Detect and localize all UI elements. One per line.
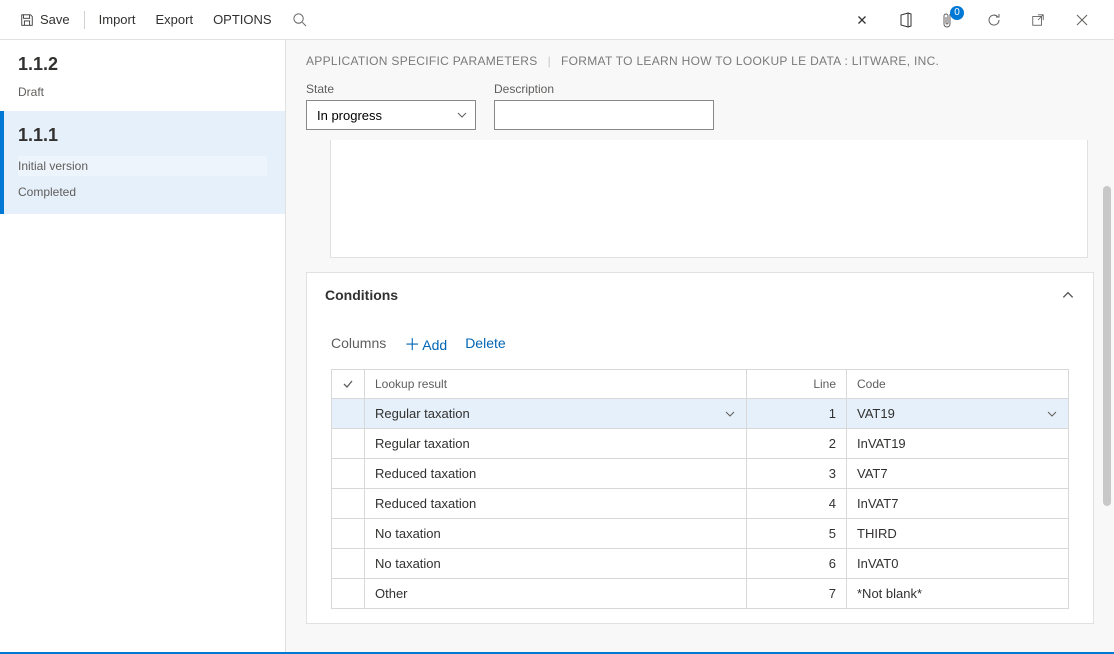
save-icon bbox=[20, 13, 34, 27]
state-field: State bbox=[306, 82, 476, 130]
table-row[interactable]: Regular taxation2InVAT19 bbox=[332, 429, 1069, 459]
version-title: 1.1.2 bbox=[18, 54, 267, 75]
search-button[interactable] bbox=[282, 0, 317, 40]
version-status: Draft bbox=[18, 85, 267, 99]
code-cell[interactable]: InVAT7 bbox=[847, 489, 1069, 519]
version-sub2: Completed bbox=[18, 182, 267, 202]
attachments-badge: 0 bbox=[950, 6, 964, 20]
line-cell[interactable]: 5 bbox=[747, 519, 847, 549]
office-icon[interactable] bbox=[890, 4, 922, 36]
conditions-panel: Conditions Columns ＋Add Delete bbox=[306, 272, 1094, 624]
toolbar-left: Save Import Export OPTIONS bbox=[10, 0, 317, 40]
options-button[interactable]: OPTIONS bbox=[203, 0, 282, 40]
line-cell[interactable]: 6 bbox=[747, 549, 847, 579]
grid-body: Regular taxation1VAT19Regular taxation2I… bbox=[332, 399, 1069, 609]
grid-toolbar: Columns ＋Add Delete bbox=[331, 327, 1069, 359]
upper-panel-body bbox=[330, 140, 1088, 258]
row-check-cell[interactable] bbox=[332, 429, 365, 459]
lookup-cell[interactable]: No taxation bbox=[365, 549, 747, 579]
row-check-cell[interactable] bbox=[332, 549, 365, 579]
content-area: APPLICATION SPECIFIC PARAMETERS | FORMAT… bbox=[286, 40, 1114, 652]
row-check-cell[interactable] bbox=[332, 489, 365, 519]
chevron-down-icon bbox=[1046, 408, 1058, 420]
row-check-cell[interactable] bbox=[332, 459, 365, 489]
toolbar-separator bbox=[84, 11, 85, 29]
popout-button[interactable] bbox=[1022, 4, 1054, 36]
add-button[interactable]: ＋Add bbox=[404, 331, 447, 355]
chevron-up-icon bbox=[1061, 288, 1075, 302]
table-row[interactable]: Other7*Not blank* bbox=[332, 579, 1069, 609]
sidebar: 1.1.2 Draft 1.1.1 Initial version Comple… bbox=[0, 40, 286, 652]
breadcrumb-separator: | bbox=[548, 54, 551, 68]
refresh-button[interactable] bbox=[978, 4, 1010, 36]
top-toolbar: Save Import Export OPTIONS 0 bbox=[0, 0, 1114, 40]
chevron-down-icon bbox=[724, 408, 736, 420]
table-row[interactable]: No taxation6InVAT0 bbox=[332, 549, 1069, 579]
main-area: 1.1.2 Draft 1.1.1 Initial version Comple… bbox=[0, 40, 1114, 654]
conditions-header[interactable]: Conditions bbox=[307, 273, 1093, 317]
table-row[interactable]: Reduced taxation3VAT7 bbox=[332, 459, 1069, 489]
table-row[interactable]: Regular taxation1VAT19 bbox=[332, 399, 1069, 429]
save-label: Save bbox=[40, 12, 70, 27]
table-row[interactable]: No taxation5THIRD bbox=[332, 519, 1069, 549]
grid-header-row: Lookup result Line Code bbox=[332, 370, 1069, 399]
lookup-column-header[interactable]: Lookup result bbox=[365, 370, 747, 399]
lookup-cell[interactable]: Regular taxation bbox=[365, 429, 747, 459]
attachments-button[interactable]: 0 bbox=[934, 4, 966, 36]
app-linker-icon[interactable] bbox=[846, 4, 878, 36]
version-sub1: Initial version bbox=[18, 156, 267, 176]
lookup-cell[interactable]: Other bbox=[365, 579, 747, 609]
lookup-cell[interactable]: Reduced taxation bbox=[365, 459, 747, 489]
code-cell[interactable]: InVAT19 bbox=[847, 429, 1069, 459]
table-row[interactable]: Reduced taxation4InVAT7 bbox=[332, 489, 1069, 519]
delete-button[interactable]: Delete bbox=[465, 335, 505, 351]
breadcrumb: APPLICATION SPECIFIC PARAMETERS | FORMAT… bbox=[306, 54, 1094, 68]
description-label: Description bbox=[494, 82, 714, 96]
line-cell[interactable]: 3 bbox=[747, 459, 847, 489]
code-cell[interactable]: VAT7 bbox=[847, 459, 1069, 489]
row-check-cell[interactable] bbox=[332, 519, 365, 549]
line-cell[interactable]: 2 bbox=[747, 429, 847, 459]
line-column-header[interactable]: Line bbox=[747, 370, 847, 399]
code-column-header[interactable]: Code bbox=[847, 370, 1069, 399]
code-cell[interactable]: *Not blank* bbox=[847, 579, 1069, 609]
lookup-cell[interactable]: Reduced taxation bbox=[365, 489, 747, 519]
line-cell[interactable]: 4 bbox=[747, 489, 847, 519]
state-input[interactable] bbox=[306, 100, 476, 130]
lookup-cell[interactable]: Regular taxation bbox=[365, 399, 747, 429]
version-item-1-1-1[interactable]: 1.1.1 Initial version Completed bbox=[0, 111, 285, 214]
state-select[interactable] bbox=[306, 100, 476, 130]
row-check-cell[interactable] bbox=[332, 579, 365, 609]
code-cell[interactable]: InVAT0 bbox=[847, 549, 1069, 579]
description-field: Description bbox=[494, 82, 714, 130]
export-button[interactable]: Export bbox=[145, 0, 203, 40]
scrollbar-thumb[interactable] bbox=[1103, 186, 1111, 506]
scrollbar[interactable] bbox=[1102, 186, 1112, 566]
line-cell[interactable]: 7 bbox=[747, 579, 847, 609]
description-input[interactable] bbox=[494, 100, 714, 130]
conditions-grid: Lookup result Line Code Regular taxation… bbox=[331, 369, 1069, 609]
code-cell[interactable]: VAT19 bbox=[847, 399, 1069, 429]
search-icon bbox=[292, 12, 307, 27]
breadcrumb-part1: APPLICATION SPECIFIC PARAMETERS bbox=[306, 54, 538, 68]
breadcrumb-part2: FORMAT TO LEARN HOW TO LOOKUP LE DATA : … bbox=[561, 54, 939, 68]
lookup-cell[interactable]: No taxation bbox=[365, 519, 747, 549]
check-column-header[interactable] bbox=[332, 370, 365, 399]
save-button[interactable]: Save bbox=[10, 0, 80, 40]
row-check-cell[interactable] bbox=[332, 399, 365, 429]
line-cell[interactable]: 1 bbox=[747, 399, 847, 429]
plus-icon: ＋ bbox=[404, 337, 420, 354]
columns-button[interactable]: Columns bbox=[331, 335, 386, 351]
import-button[interactable]: Import bbox=[89, 0, 146, 40]
version-item-1-1-2[interactable]: 1.1.2 Draft bbox=[0, 40, 285, 111]
version-title: 1.1.1 bbox=[18, 125, 267, 146]
form-row: State Description bbox=[306, 82, 1094, 130]
conditions-title: Conditions bbox=[325, 287, 398, 303]
conditions-body: Columns ＋Add Delete Lookup result Line C… bbox=[307, 317, 1093, 623]
close-button[interactable] bbox=[1066, 4, 1098, 36]
state-label: State bbox=[306, 82, 476, 96]
toolbar-right: 0 bbox=[846, 4, 1104, 36]
code-cell[interactable]: THIRD bbox=[847, 519, 1069, 549]
